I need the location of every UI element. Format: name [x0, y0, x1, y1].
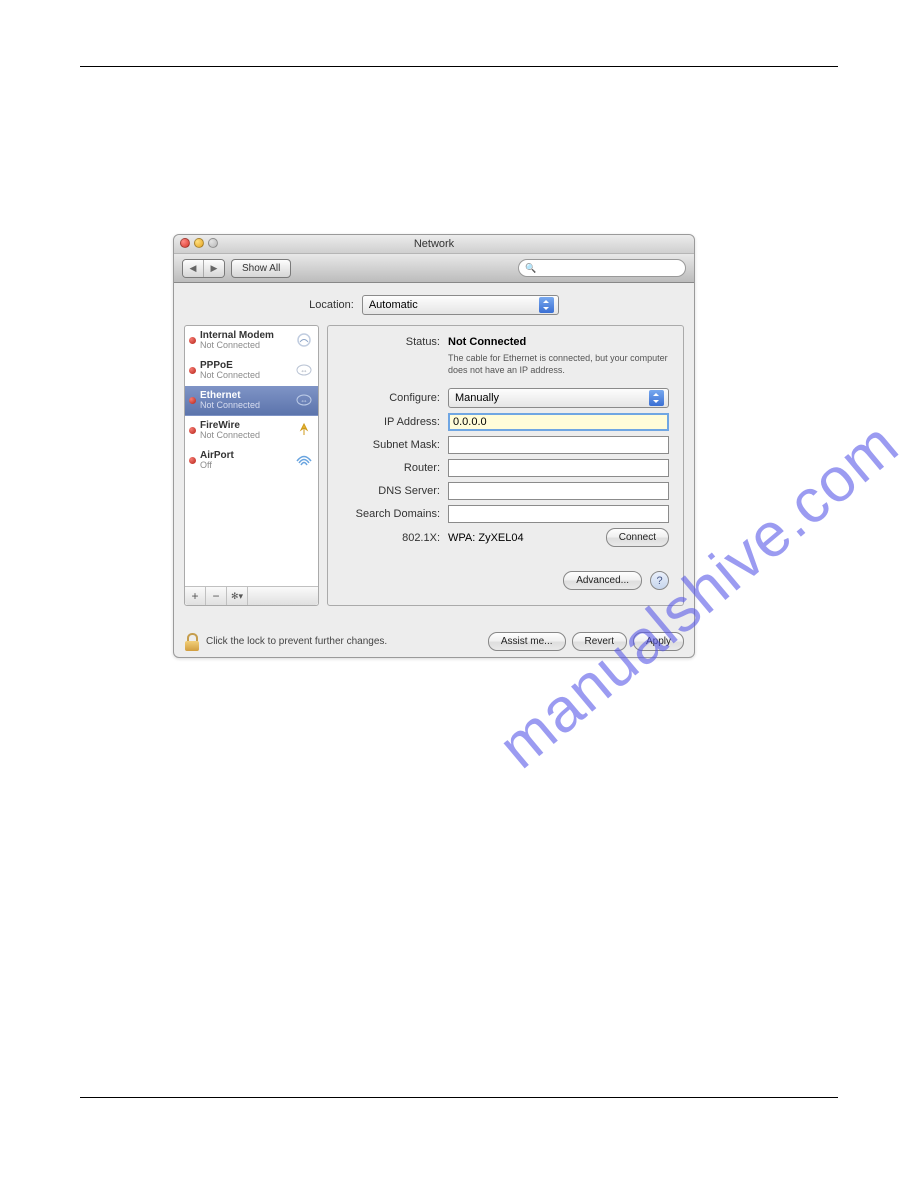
wpa-label: 802.1X:	[342, 532, 440, 544]
assist-me-button[interactable]: Assist me...	[488, 632, 566, 651]
window-titlebar[interactable]: Network	[174, 235, 694, 254]
status-description: The cable for Ethernet is connected, but…	[448, 353, 669, 376]
conn-status: Not Connected	[200, 431, 290, 441]
svg-text:⇔: ⇔	[300, 396, 308, 405]
zoom-icon[interactable]	[208, 238, 218, 248]
show-all-button[interactable]: Show All	[231, 259, 291, 278]
remove-button[interactable]: −	[206, 587, 227, 605]
page-top-rule	[80, 66, 838, 67]
sidebar-item-pppoe[interactable]: PPPoE Not Connected ⇔	[185, 356, 318, 386]
subnet-field[interactable]	[448, 436, 669, 454]
status-dot-icon	[189, 427, 196, 434]
sidebar-item-firewire[interactable]: FireWire Not Connected	[185, 416, 318, 446]
window-title: Network	[414, 238, 454, 250]
lock-text: Click the lock to prevent further change…	[206, 636, 387, 647]
router-field[interactable]	[448, 459, 669, 477]
traffic-lights	[180, 238, 218, 248]
domains-label: Search Domains:	[342, 508, 440, 520]
add-button[interactable]: +	[185, 587, 206, 605]
domains-field[interactable]	[448, 505, 669, 523]
conn-status: Not Connected	[200, 401, 290, 411]
nav-buttons: ◀ ▶	[182, 259, 225, 278]
gear-menu-button[interactable]: ✻▾	[227, 587, 248, 605]
router-label: Router:	[342, 462, 440, 474]
conn-status: Off	[200, 461, 290, 471]
page-bottom-rule	[80, 1097, 838, 1098]
sidebar-item-ethernet[interactable]: Ethernet Not Connected ⇔	[185, 386, 318, 416]
revert-button[interactable]: Revert	[572, 632, 627, 651]
conn-status: Not Connected	[200, 371, 290, 381]
toolbar: ◀ ▶ Show All 🔍	[174, 254, 694, 283]
search-input[interactable]: 🔍	[518, 259, 686, 277]
connection-sidebar: Internal Modem Not Connected PPPoE Not C…	[184, 325, 319, 606]
dns-label: DNS Server:	[342, 485, 440, 497]
back-button[interactable]: ◀	[183, 260, 204, 277]
sidebar-footer: + − ✻▾	[185, 586, 318, 605]
phone-icon	[294, 331, 314, 349]
conn-name: AirPort	[200, 450, 290, 461]
conn-status: Not Connected	[200, 341, 290, 351]
location-label: Location:	[309, 299, 354, 311]
search-icon: 🔍	[525, 263, 536, 274]
arrows-icon: ⇔	[294, 361, 314, 379]
arrows-icon: ⇔	[294, 391, 314, 409]
svg-text:⇔: ⇔	[300, 366, 308, 375]
connection-list: Internal Modem Not Connected PPPoE Not C…	[185, 326, 318, 586]
configure-label: Configure:	[342, 392, 440, 404]
ip-address-field[interactable]	[448, 413, 669, 431]
chevron-updown-icon	[649, 390, 664, 406]
status-label: Status:	[342, 336, 440, 348]
status-dot-icon	[189, 367, 196, 374]
bottom-bar: Click the lock to prevent further change…	[184, 632, 684, 651]
status-dot-icon	[189, 457, 196, 464]
sidebar-item-internal-modem[interactable]: Internal Modem Not Connected	[185, 326, 318, 356]
close-icon[interactable]	[180, 238, 190, 248]
subnet-label: Subnet Mask:	[342, 439, 440, 451]
firewire-icon	[294, 421, 314, 439]
dns-field[interactable]	[448, 482, 669, 500]
wifi-icon	[294, 451, 314, 469]
configure-value: Manually	[455, 392, 643, 404]
sidebar-item-airport[interactable]: AirPort Off	[185, 446, 318, 476]
location-select[interactable]: Automatic	[362, 295, 559, 315]
status-value: Not Connected	[448, 336, 526, 348]
wpa-value: WPA: ZyXEL04	[448, 532, 598, 544]
forward-button[interactable]: ▶	[204, 260, 224, 277]
configure-select[interactable]: Manually	[448, 388, 669, 408]
apply-button[interactable]: Apply	[633, 632, 684, 651]
location-value: Automatic	[369, 299, 533, 311]
status-dot-icon	[189, 337, 196, 344]
advanced-button[interactable]: Advanced...	[563, 571, 642, 590]
minimize-icon[interactable]	[194, 238, 204, 248]
ip-address-label: IP Address:	[342, 416, 440, 428]
location-row: Location: Automatic	[174, 283, 694, 325]
main-panel: Status: Not Connected The cable for Ethe…	[327, 325, 684, 606]
connect-button[interactable]: Connect	[606, 528, 669, 547]
help-button[interactable]: ?	[650, 571, 669, 590]
status-dot-icon	[189, 397, 196, 404]
network-preferences-window: Network ◀ ▶ Show All 🔍 Location: Automat…	[173, 234, 695, 658]
chevron-updown-icon	[539, 297, 554, 313]
lock-icon[interactable]	[184, 633, 200, 651]
